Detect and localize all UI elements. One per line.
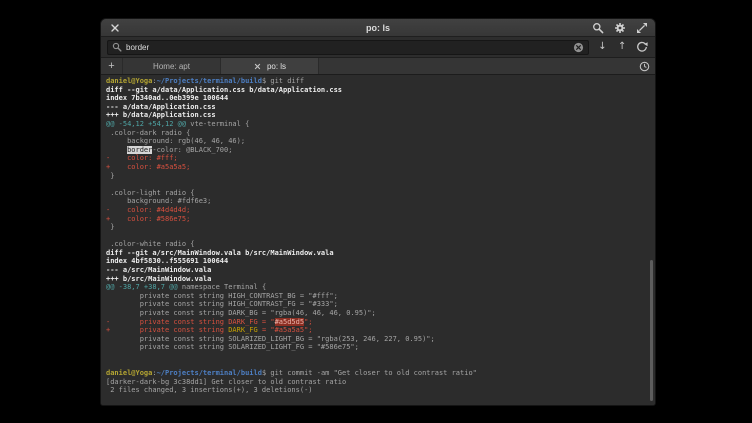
clear-icon[interactable] xyxy=(573,42,584,53)
cyclic-search-button[interactable] xyxy=(635,40,649,55)
terminal-line xyxy=(106,361,647,370)
close-icon xyxy=(110,23,120,33)
terminal-line: daniel@Yoga:~/Projects/terminal/build$ g… xyxy=(106,369,647,378)
terminal-line: + color: #a5a5a5; xyxy=(106,163,647,172)
window-title: po: ls xyxy=(101,23,655,33)
terminal-line: - color: #4d4d4d; xyxy=(106,206,647,215)
terminal-line: background: rgb(46, 46, 46); xyxy=(106,137,647,146)
terminal-output[interactable]: daniel@Yoga:~/Projects/terminal/build$ g… xyxy=(101,75,655,405)
search-bar: ↓ ↑ xyxy=(101,37,655,58)
terminal-line: .color-light radio { xyxy=(106,189,647,198)
terminal-line: diff --git a/src/MainWindow.vala b/src/M… xyxy=(106,249,647,258)
tab-label: Home: apt xyxy=(153,62,190,71)
terminal-line xyxy=(106,180,647,189)
cyclic-search-icon xyxy=(636,41,648,53)
scrollbar-thumb[interactable] xyxy=(650,260,653,401)
plus-icon: + xyxy=(108,61,114,72)
search-icon xyxy=(592,22,604,34)
terminal-line xyxy=(106,352,647,361)
new-tab-button[interactable]: + xyxy=(101,58,123,74)
terminal-line: diff --git a/data/Application.css b/data… xyxy=(106,86,647,95)
tab-home-apt[interactable]: Home: apt xyxy=(123,58,221,74)
close-button[interactable] xyxy=(108,21,121,34)
close-icon xyxy=(254,63,261,70)
terminal-line: +++ b/data/Application.css xyxy=(106,111,647,120)
terminal-line: daniel@Yoga:~/Projects/terminal/build$ g… xyxy=(106,77,647,86)
terminal-line: 2 files changed, 3 insertions(+), 3 dele… xyxy=(106,386,647,395)
terminal-line: --- a/src/MainWindow.vala xyxy=(106,266,647,275)
search-icon xyxy=(112,42,122,52)
search-input[interactable] xyxy=(126,43,569,52)
terminal-line: --- a/data/Application.css xyxy=(106,103,647,112)
settings-button[interactable] xyxy=(613,21,626,34)
terminal-line: private const string DARK_BG = "rgba(46,… xyxy=(106,309,647,318)
terminal-line: index 7b340ad..0eb399e 100644 xyxy=(106,94,647,103)
terminal-line: - private const string DARK_FG = "#a5d5d… xyxy=(106,318,647,327)
tab-bar: + Home: apt po: ls xyxy=(101,58,655,75)
next-match-button[interactable]: ↓ xyxy=(595,40,609,55)
search-field[interactable] xyxy=(107,40,589,55)
fullscreen-icon xyxy=(636,22,648,34)
terminal-line: } xyxy=(106,172,647,181)
tab-po-ls[interactable]: po: ls xyxy=(221,58,319,74)
terminal-line: - color: #fff; xyxy=(106,154,647,163)
terminal-line: } xyxy=(106,223,647,232)
history-icon xyxy=(639,61,650,72)
terminal-line: @@ -54,12 +54,12 @@ vte-terminal { xyxy=(106,120,647,129)
tab-label: po: ls xyxy=(267,62,286,71)
terminal-line: private const string SOLARIZED_LIGHT_FG … xyxy=(106,343,647,352)
terminal-line: private const string HIGH_CONTRAST_BG = … xyxy=(106,292,647,301)
terminal-line xyxy=(106,232,647,241)
tab-close-button[interactable] xyxy=(253,62,262,71)
fullscreen-button[interactable] xyxy=(635,21,648,34)
previous-match-button[interactable]: ↑ xyxy=(615,40,629,55)
tab-history-button[interactable] xyxy=(633,58,655,74)
terminal-line: + color: #586e75; xyxy=(106,215,647,224)
terminal-line: .color-dark radio { xyxy=(106,129,647,138)
terminal-line: [darker-dark-bg 3c38dd1] Get closer to o… xyxy=(106,378,647,387)
terminal-line: border-color: @BLACK_700; xyxy=(106,146,647,155)
scrollbar xyxy=(649,77,654,403)
titlebar: po: ls xyxy=(101,19,655,37)
desktop: { "window": { "title": "po: ls" }, "titl… xyxy=(0,0,752,423)
terminal-line: +++ b/src/MainWindow.vala xyxy=(106,275,647,284)
terminal-line: background: #fdf6e3; xyxy=(106,197,647,206)
terminal-line: private const string SOLARIZED_LIGHT_BG … xyxy=(106,335,647,344)
gear-icon xyxy=(614,22,626,34)
terminal-line: private const string HIGH_CONTRAST_FG = … xyxy=(106,300,647,309)
next-match-icon: ↓ xyxy=(598,42,606,52)
terminal-line: + private const string DARK_FG = "#a5a5a… xyxy=(106,326,647,335)
search-toggle-button[interactable] xyxy=(591,21,604,34)
terminal-line: @@ -38,7 +38,7 @@ namespace Terminal { xyxy=(106,283,647,292)
previous-match-icon: ↑ xyxy=(618,42,626,52)
terminal-line: index 4bf5830..f555691 100644 xyxy=(106,257,647,266)
terminal-window: po: ls xyxy=(100,18,656,406)
terminal-line: .color-white radio { xyxy=(106,240,647,249)
